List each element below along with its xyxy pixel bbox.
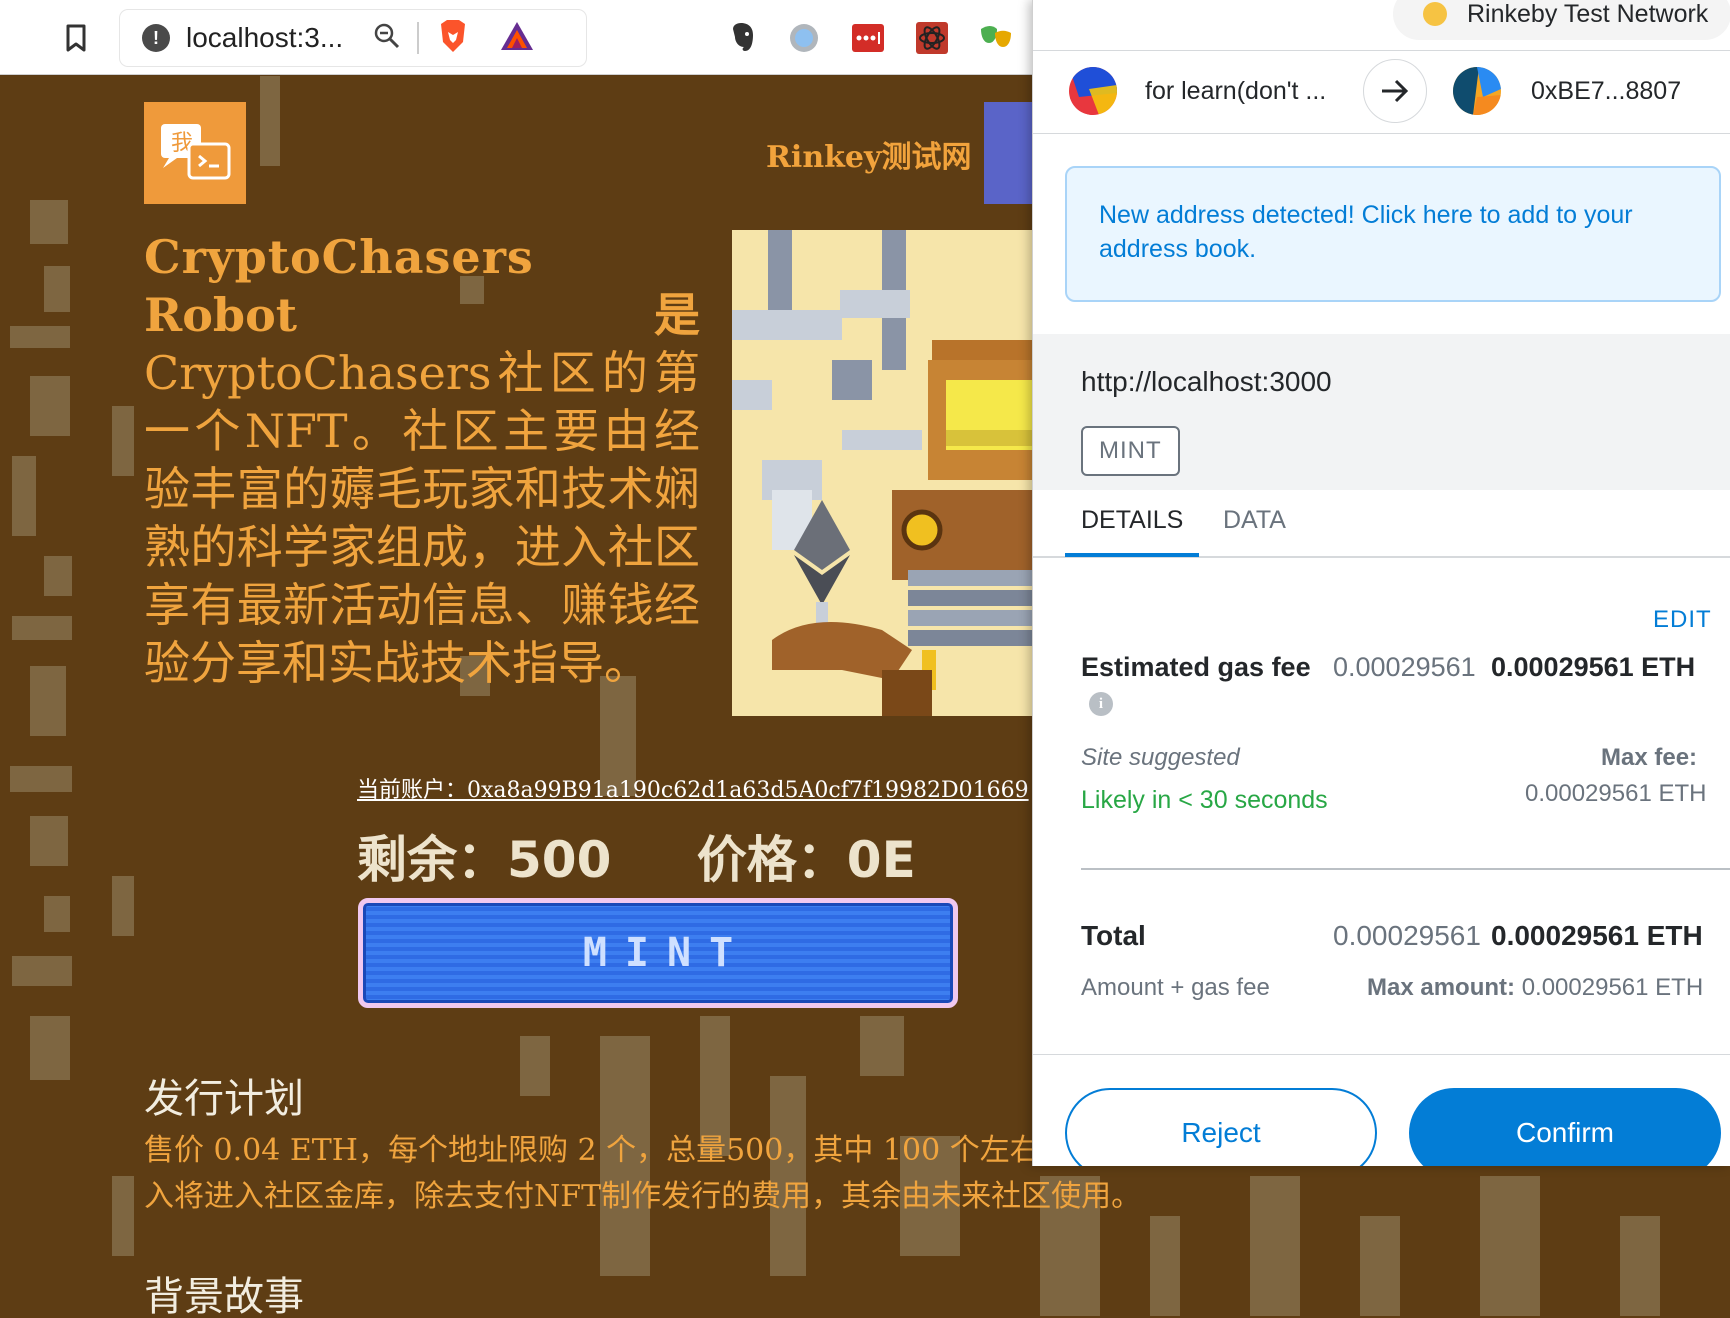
community-logo[interactable]: 我 (144, 102, 246, 204)
total-label: Total (1081, 920, 1146, 951)
max-fee-value: 0.00029561 ETH (1525, 780, 1707, 807)
pixel-bg (112, 876, 134, 936)
pixel-bg (10, 326, 70, 348)
zoom-icon[interactable] (373, 22, 401, 54)
max-amount-label: Max amount: (1367, 974, 1516, 1001)
current-account: 当前账户：0xa8a99B91a190c62d1a63d5A0cf7f19982… (357, 778, 1029, 803)
url-text: localhost:3... (186, 22, 344, 53)
max-amount-value: 0.00029561 ETH (1521, 974, 1704, 1001)
url-separator (417, 22, 420, 54)
gas-fee-primary: 0.00029561 ETH (1491, 652, 1696, 682)
site-suggested-label: Site suggested (1081, 744, 1240, 771)
method-badge: MINT (1081, 426, 1180, 476)
gas-fee-label: Estimated gas fee (1081, 652, 1311, 682)
pixel-bg (10, 766, 72, 792)
network-status-dot (1423, 2, 1447, 26)
metamask-popup: Rinkeby Test Network for learn(don't ...… (1032, 0, 1730, 1166)
mint-button-label: MINT (582, 930, 752, 976)
pixel-bg (30, 666, 66, 736)
intro-body: CryptoChasers社区的第一个NFT。社区主要由经验丰富的薅毛玩家和技术… (144, 346, 700, 690)
pixel-bg (112, 1176, 134, 1256)
reject-button[interactable]: Reject (1065, 1088, 1377, 1166)
arrow-right-icon (1363, 59, 1427, 123)
footer-divider (1033, 1054, 1730, 1055)
plan-heading: 发行计划 (144, 1076, 304, 1122)
circle-ext-icon[interactable] (786, 20, 822, 56)
plan-text-line2: 入将进入社区金库，除去支付NFT制作发行的费用，其余由未来社区使用。 (144, 1179, 1142, 1214)
pixel-bg (1250, 1176, 1300, 1316)
sender-avatar-icon (1069, 67, 1117, 115)
intro-line2: Robot 是 (144, 286, 700, 344)
pixel-bg (260, 76, 280, 166)
max-amount: Max amount: 0.00029561 ETH (1367, 974, 1703, 1002)
total-primary: 0.00029561 ETH (1491, 920, 1703, 951)
pixel-bg (44, 266, 70, 312)
site-info-icon[interactable]: ! (142, 24, 170, 52)
mint-button[interactable]: MINT (358, 898, 958, 1008)
max-fee-label: Max fee: (1601, 744, 1698, 771)
sender-account[interactable]: for learn(don't ... (1069, 67, 1326, 115)
evernote-icon[interactable] (724, 20, 760, 56)
mint-stats: 剩余：500 价格：0E (357, 820, 916, 892)
sender-recipient-row: for learn(don't ... 0xBE7...8807 (1033, 50, 1730, 134)
origin-url: http://localhost:3000 (1081, 366, 1332, 397)
network-label: Rinkey测试网 (766, 140, 972, 175)
section-divider (1081, 868, 1730, 870)
project-intro: CryptoChasers Robot 是 CryptoChasers社区的第一… (144, 228, 700, 692)
mint-price: 价格：0E (696, 831, 916, 889)
network-selector[interactable]: Rinkeby Test Network (1393, 0, 1730, 40)
new-address-notice[interactable]: New address detected! Click here to add … (1065, 166, 1721, 302)
bat-icon[interactable] (499, 20, 535, 56)
pixel-bg (1480, 1176, 1540, 1316)
pixel-bg (12, 616, 72, 640)
tab-data[interactable]: DATA (1223, 506, 1286, 535)
confirm-button[interactable]: Confirm (1409, 1088, 1721, 1166)
recipient-address: 0xBE7...8807 (1531, 76, 1682, 105)
pixel-bg (12, 456, 36, 536)
gas-fee-secondary: 0.00029561 (1333, 652, 1476, 682)
recipient-account[interactable]: 0xBE7...8807 (1453, 67, 1681, 115)
total-secondary: 0.00029561 (1333, 920, 1481, 951)
plan-text-line1: 售价 0.04 ETH，每个地址限购 2 个，总量500，其中 100 个左右 (144, 1133, 1040, 1168)
likely-time: Likely in < 30 seconds (1081, 786, 1328, 814)
intro-title: CryptoChasers (144, 230, 534, 284)
pixel-bg (1360, 1216, 1400, 1316)
recipient-avatar-icon (1453, 67, 1501, 115)
address-bar[interactable]: ! localhost:3... (120, 10, 586, 66)
request-origin-panel: http://localhost:3000 MINT (1033, 334, 1730, 490)
edit-gas-link[interactable]: EDIT (1653, 606, 1712, 634)
pixel-bg (1150, 1216, 1180, 1316)
pixel-bg (520, 1036, 550, 1096)
pixel-bg (112, 406, 134, 476)
intro-shi: 是 (654, 288, 700, 342)
pixel-bg (30, 200, 68, 244)
pixel-bg (860, 1016, 904, 1076)
lastpass-icon[interactable] (850, 20, 886, 56)
react-devtools-icon[interactable] (914, 20, 950, 56)
remaining-supply: 剩余：500 (357, 831, 612, 889)
pixel-bg (12, 956, 72, 986)
plan-text: 售价 0.04 ETH，每个地址限购 2 个，总量500，其中 100 个左右 … (144, 1128, 1144, 1220)
amount-gas-label: Amount + gas fee (1081, 974, 1270, 1001)
pixel-bg (1620, 1216, 1660, 1316)
pixel-bg (44, 556, 72, 596)
tab-details[interactable]: DETAILS (1065, 506, 1200, 557)
info-icon[interactable]: i (1089, 692, 1113, 716)
brave-shield-icon[interactable] (437, 18, 469, 58)
bookmark-icon[interactable] (58, 20, 94, 56)
confirm-tabs: DETAILS DATA (1033, 490, 1730, 558)
sender-name: for learn(don't ... (1145, 76, 1327, 105)
intro-robot: Robot (144, 288, 298, 342)
masks-icon[interactable] (978, 20, 1014, 56)
pixel-bg (30, 816, 68, 866)
pixel-bg (30, 376, 70, 436)
nft-robot-image (732, 230, 1032, 716)
pixel-bg (44, 896, 70, 932)
story-heading: 背景故事 (144, 1274, 304, 1318)
pixel-bg (30, 1016, 70, 1080)
network-name: Rinkeby Test Network (1467, 0, 1709, 28)
